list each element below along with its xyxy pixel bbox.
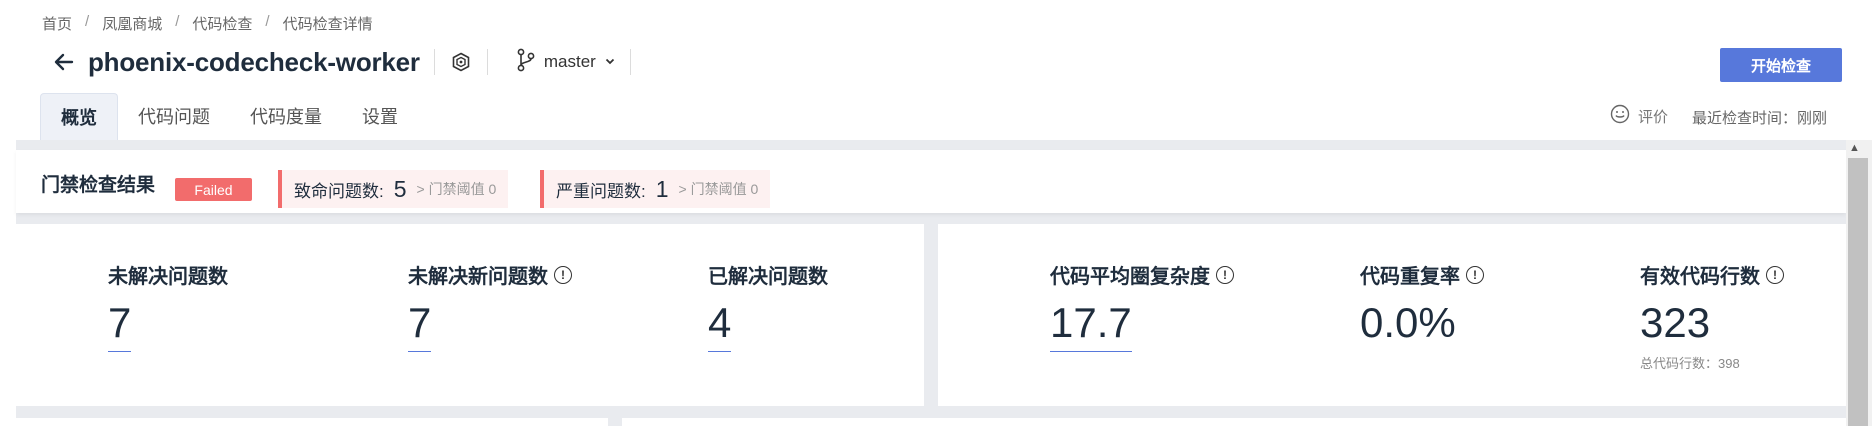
next-card-left [16,418,608,426]
breadcrumb-codecheck[interactable]: 代码检查 [192,13,252,34]
metric-label: 代码重复率 [1360,266,1460,288]
gate-item-label: 致命问题数: [294,181,384,201]
metric-value[interactable]: 4 [708,299,732,352]
info-icon[interactable]: ! [1466,265,1484,284]
info-icon[interactable]: ! [1216,265,1234,284]
metric-label: 未解决新问题数 [408,266,548,288]
code-metrics-card: 代码平均圈复杂度! 17.7 代码重复率! 0.0% 有效代码行数! 323 总… [938,224,1846,406]
chevron-down-icon [604,52,616,72]
repo-title: phoenix-codecheck-worker [88,46,420,77]
arrow-left-icon[interactable] [52,47,82,77]
divider [486,49,488,75]
rating-label: 评价 [1638,108,1669,126]
tab-settings[interactable]: 设置 [342,92,418,140]
breadcrumb-home[interactable]: 首页 [42,13,72,34]
metric-label: 已解决问题数 [708,266,828,288]
divider [433,49,435,75]
gate-title: 门禁检查结果 [41,175,156,196]
gate-item-fatal: 致命问题数: 5 > 门禁阈值 0 [278,170,509,208]
metric-label: 代码平均圈复杂度 [1050,266,1210,288]
gate-item-value: 5 [393,175,407,202]
tab-overview[interactable]: 概览 [40,93,118,140]
metric-value[interactable]: 7 [108,299,132,352]
metric-label: 未解决问题数 [108,266,228,288]
tab-code-metrics[interactable]: 代码度量 [230,92,342,140]
metric-resolved: 已解决问题数 4 [708,260,828,352]
breadcrumb-separator: / [265,13,270,30]
smile-icon [1610,104,1630,128]
metric-unresolved: 未解决问题数 7 [108,260,228,352]
breadcrumb-separator: / [85,13,90,30]
issue-metrics-card: 未解决问题数 7 未解决新问题数! 7 已解决问题数 4 [16,224,924,406]
breadcrumb: 首页 / 凤凰商城 / 代码检查 / 代码检查详情 [42,13,373,34]
metric-value: 323 [1640,299,1711,346]
breadcrumb-project[interactable]: 凤凰商城 [102,13,162,34]
status-badge: Failed [175,178,252,201]
rating-button[interactable]: 评价 [1610,104,1668,128]
scrollbar-thumb[interactable] [1848,158,1868,426]
info-icon[interactable]: ! [1766,265,1784,284]
gate-item-label: 严重问题数: [556,181,646,201]
metric-value: 0.0% [1360,299,1456,346]
overview-content: 门禁检查结果 Failed 致命问题数: 5 > 门禁阈值 0 严重问题数: 1… [16,140,1846,426]
metric-unresolved-new: 未解决新问题数! 7 [408,260,572,352]
title-row: phoenix-codecheck-worker master [52,42,645,82]
gate-item-value: 1 [655,175,669,202]
shield-icon[interactable] [449,50,473,74]
breadcrumb-current: 代码检查详情 [282,16,373,33]
info-icon[interactable]: ! [554,265,572,284]
branch-selector[interactable]: master [516,48,616,77]
start-check-button[interactable]: 开始检查 [1720,48,1842,82]
scroll-up-icon[interactable]: ▲ [1849,142,1860,154]
tab-bar: 概览 代码问题 代码度量 设置 [40,92,418,140]
tab-code-issues[interactable]: 代码问题 [118,92,230,140]
gate-check-bar: 门禁检查结果 Failed 致命问题数: 5 > 门禁阈值 0 严重问题数: 1… [16,150,1846,213]
branch-icon [516,48,536,77]
gate-item-threshold: > 门禁阈值 0 [678,181,759,197]
metric-value[interactable]: 17.7 [1050,299,1132,352]
metric-effective-lines: 有效代码行数! 323 总代码行数：398 [1640,260,1784,372]
last-check-time: 最近检查时间：刚刚 [1692,110,1828,127]
branch-name: master [543,52,596,71]
metric-sub: 总代码行数：398 [1640,356,1740,371]
gate-item-threshold: > 门禁阈值 0 [416,181,497,197]
breadcrumb-separator: / [175,13,180,30]
gate-item-severe: 严重问题数: 1 > 门禁阈值 0 [540,170,771,208]
metric-complexity: 代码平均圈复杂度! 17.7 [1050,260,1234,352]
metric-duplication: 代码重复率! 0.0% [1360,260,1484,351]
next-card-right [622,418,1846,426]
metric-value[interactable]: 7 [408,299,432,352]
divider [629,49,631,75]
metric-label: 有效代码行数 [1640,266,1760,288]
page-header: 首页 / 凤凰商城 / 代码检查 / 代码检查详情 phoenix-codech… [0,0,1872,140]
